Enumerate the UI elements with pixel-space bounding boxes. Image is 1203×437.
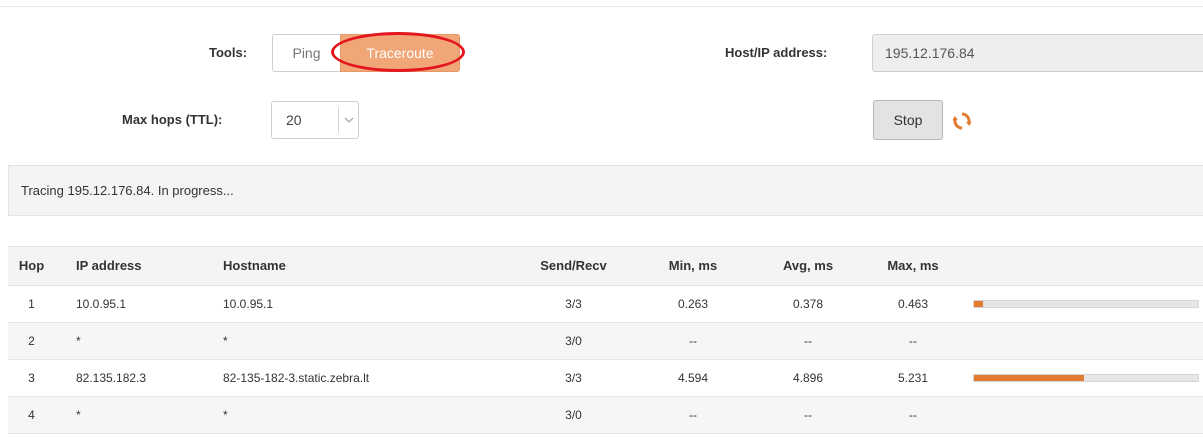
- send-recv-cell: 3/0: [565, 408, 582, 422]
- refresh-spinner-icon: [951, 110, 973, 132]
- host-input[interactable]: 195.12.176.84: [872, 34, 1203, 72]
- hostname-cell: 82-135-182-3.static.zebra.lt: [223, 371, 370, 385]
- latency-bar-fill: [974, 375, 1084, 381]
- avg-cell: 0.378: [792, 297, 824, 311]
- min-cell: 4.594: [677, 371, 709, 385]
- col-avg: Avg, ms: [782, 258, 834, 273]
- avg-cell: 4.896: [792, 371, 824, 385]
- avg-cell: --: [804, 408, 812, 422]
- ping-tab[interactable]: Ping: [272, 34, 340, 72]
- table-row: 3 82.135.182.3 82-135-182-3.static.zebra…: [8, 360, 1203, 397]
- hostname-cell: *: [223, 334, 228, 348]
- max-cell: 5.231: [897, 371, 929, 385]
- ip-cell: *: [76, 334, 81, 348]
- stop-button[interactable]: Stop: [873, 100, 943, 140]
- col-ip-address: IP address: [76, 258, 142, 273]
- min-cell: --: [689, 334, 697, 348]
- max-cell: --: [909, 334, 917, 348]
- hostname-cell: *: [223, 408, 228, 422]
- ip-cell: 82.135.182.3: [76, 371, 147, 385]
- latency-bar: [973, 300, 1199, 308]
- table-header: Hop IP address Hostname Send/Recv Min, m…: [8, 246, 1203, 286]
- latency-bar-fill: [974, 301, 983, 307]
- hop-cell: 2: [28, 334, 35, 348]
- hop-cell: 4: [28, 408, 35, 422]
- min-cell: 0.263: [677, 297, 709, 311]
- traceroute-table: Hop IP address Hostname Send/Recv Min, m…: [8, 246, 1203, 434]
- max-cell: --: [909, 408, 917, 422]
- table-row: 2 * * 3/0 -- -- --: [8, 323, 1203, 360]
- max-cell: 0.463: [897, 297, 929, 311]
- hop-cell: 3: [28, 371, 35, 385]
- col-hostname: Hostname: [223, 258, 286, 273]
- traceroute-tab-label: Traceroute: [366, 45, 434, 61]
- tools-segmented-control: Ping Traceroute: [272, 32, 465, 72]
- top-divider: [0, 6, 1203, 7]
- ttl-select[interactable]: 20: [271, 101, 359, 139]
- col-min: Min, ms: [668, 258, 718, 273]
- ttl-label: Max hops (TTL):: [122, 112, 223, 127]
- col-hop: Hop: [18, 258, 45, 273]
- host-label: Host/IP address:: [725, 45, 828, 60]
- col-max: Max, ms: [887, 258, 939, 273]
- ttl-value: 20: [286, 112, 302, 128]
- tools-label: Tools:: [209, 45, 248, 60]
- send-recv-cell: 3/3: [565, 371, 582, 385]
- hostname-cell: 10.0.95.1: [223, 297, 274, 311]
- send-recv-cell: 3/0: [565, 334, 582, 348]
- send-recv-cell: 3/3: [565, 297, 582, 311]
- col-send-recv: Send/Recv: [540, 258, 607, 273]
- min-cell: --: [689, 408, 697, 422]
- chevron-down-icon: [339, 117, 358, 124]
- hop-cell: 1: [28, 297, 35, 311]
- traceroute-tab[interactable]: Traceroute: [331, 32, 465, 72]
- ip-cell: 10.0.95.1: [76, 297, 127, 311]
- avg-cell: --: [804, 334, 812, 348]
- ip-cell: *: [76, 408, 81, 422]
- latency-bar: [973, 374, 1199, 382]
- table-row: 4 * * 3/0 -- -- --: [8, 397, 1203, 434]
- status-panel: Tracing 195.12.176.84. In progress...: [8, 165, 1203, 216]
- table-row: 1 10.0.95.1 10.0.95.1 3/3 0.263 0.378 0.…: [8, 286, 1203, 323]
